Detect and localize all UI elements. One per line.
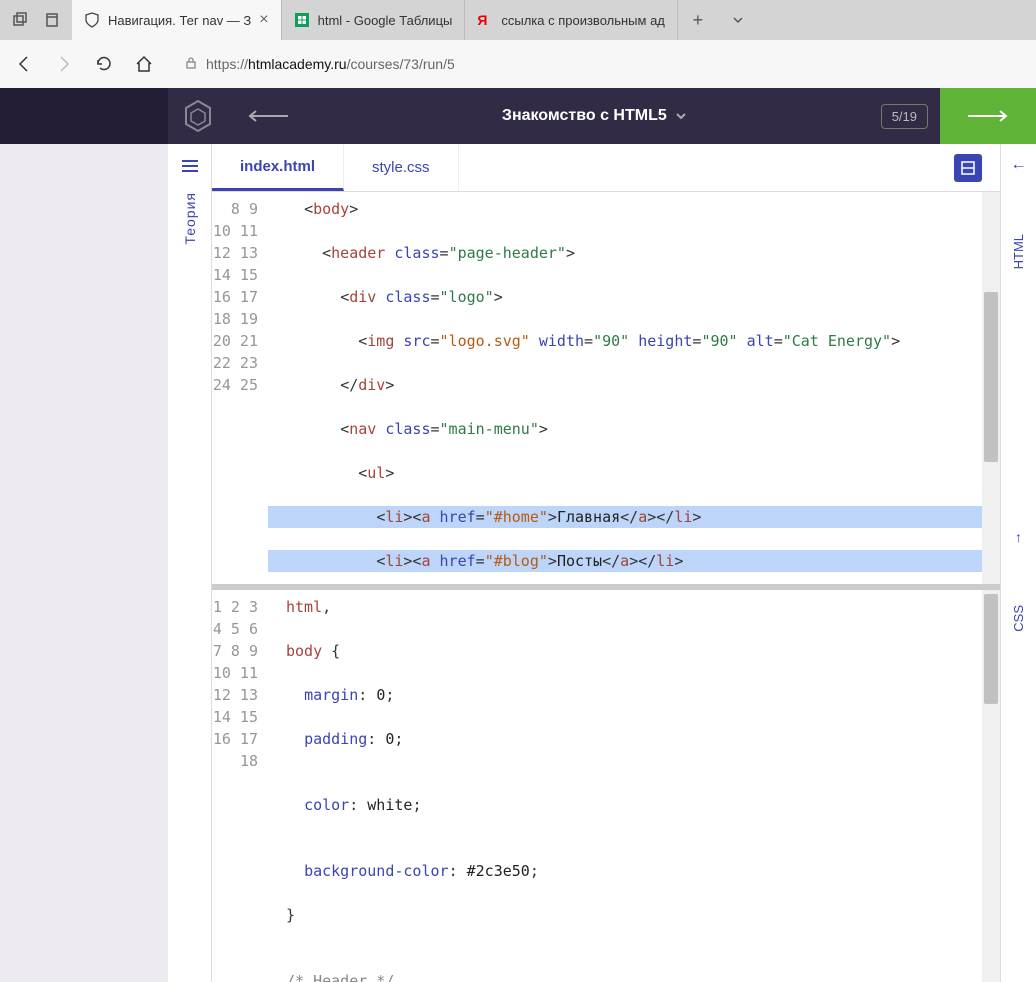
file-tabs: index.html style.css	[212, 144, 1000, 192]
close-icon[interactable]: ×	[259, 11, 268, 29]
right-rail: ← HTML ↑ CSS	[1000, 144, 1036, 982]
css-gutter: 1 2 3 4 5 6 7 8 9 10 11 12 13 14 15 16 1…	[212, 590, 268, 982]
tab-title: ссылка с произвольным ад	[501, 13, 665, 28]
window-controls	[0, 8, 72, 32]
html-gutter: 8 9 10 11 12 13 14 15 16 17 18 19 20 21 …	[212, 192, 268, 584]
theory-tab[interactable]: Теория	[182, 192, 198, 245]
editor-panes: 8 9 10 11 12 13 14 15 16 17 18 19 20 21 …	[212, 192, 1000, 982]
browser-toolbar: https://htmlacademy.ru/courses/73/run/5	[0, 40, 1036, 88]
expand-arrow-icon[interactable]: ↑	[1015, 529, 1022, 545]
left-rail: Теория	[168, 144, 212, 982]
new-tab-button[interactable]: +	[678, 10, 718, 31]
header-back-button[interactable]	[228, 109, 308, 123]
progress-badge: 5/19	[881, 104, 928, 129]
home-button[interactable]	[132, 52, 156, 76]
css-panel-tab[interactable]: CSS	[1011, 605, 1026, 632]
html-editor-pane: 8 9 10 11 12 13 14 15 16 17 18 19 20 21 …	[212, 192, 1000, 590]
tab-title: html - Google Таблицы	[318, 13, 453, 28]
url-bar[interactable]: https://htmlacademy.ru/courses/73/run/5	[172, 48, 1024, 80]
header-next-button[interactable]	[940, 88, 1036, 144]
window-pin-icon[interactable]	[40, 8, 64, 32]
browser-chrome: Навигация. Тег nav — З × html - Google Т…	[0, 0, 1036, 88]
browser-tab-2[interactable]: Я ссылка с произвольным ад	[465, 0, 678, 40]
window-cascade-icon[interactable]	[8, 8, 32, 32]
css-scrollbar[interactable]	[982, 590, 1000, 982]
shield-icon	[84, 12, 100, 28]
lock-icon	[184, 56, 198, 73]
collapse-arrow-icon[interactable]: ←	[1011, 156, 1027, 174]
html-scrollbar[interactable]	[982, 192, 1000, 584]
html-panel-tab[interactable]: HTML	[1011, 234, 1026, 269]
workspace: Теория index.html style.css 8 9 10 11 12…	[0, 144, 1036, 982]
tab-chevron-icon[interactable]	[718, 13, 758, 27]
browser-tab-1[interactable]: html - Google Таблицы	[282, 0, 466, 40]
layout-toggle-button[interactable]	[954, 154, 982, 182]
back-button[interactable]	[12, 52, 36, 76]
menu-icon[interactable]	[180, 156, 200, 176]
file-tab-style[interactable]: style.css	[344, 144, 459, 191]
file-tab-index[interactable]: index.html	[212, 144, 344, 191]
editor-area: index.html style.css 8 9 10 11 12 13 14 …	[212, 144, 1000, 982]
chevron-down-icon	[675, 110, 687, 122]
tab-title: Навигация. Тег nav — З	[108, 13, 251, 28]
html-code[interactable]: <body> <header class="page-header"> <div…	[268, 192, 982, 584]
tab-strip: Навигация. Тег nav — З × html - Google Т…	[0, 0, 1036, 40]
css-code[interactable]: html, body { margin: 0; padding: 0; colo…	[268, 590, 982, 982]
logo-icon[interactable]	[168, 88, 228, 144]
course-title[interactable]: Знакомство с HTML5	[308, 107, 881, 125]
app-header: Знакомство с HTML5 5/19	[0, 88, 1036, 144]
browser-tab-0[interactable]: Навигация. Тег nav — З ×	[72, 0, 282, 40]
forward-button[interactable]	[52, 52, 76, 76]
sheets-icon	[294, 12, 310, 28]
url-text: https://htmlacademy.ru/courses/73/run/5	[206, 56, 455, 72]
css-editor-pane: 1 2 3 4 5 6 7 8 9 10 11 12 13 14 15 16 1…	[212, 590, 1000, 982]
yandex-icon: Я	[477, 12, 493, 28]
refresh-button[interactable]	[92, 52, 116, 76]
